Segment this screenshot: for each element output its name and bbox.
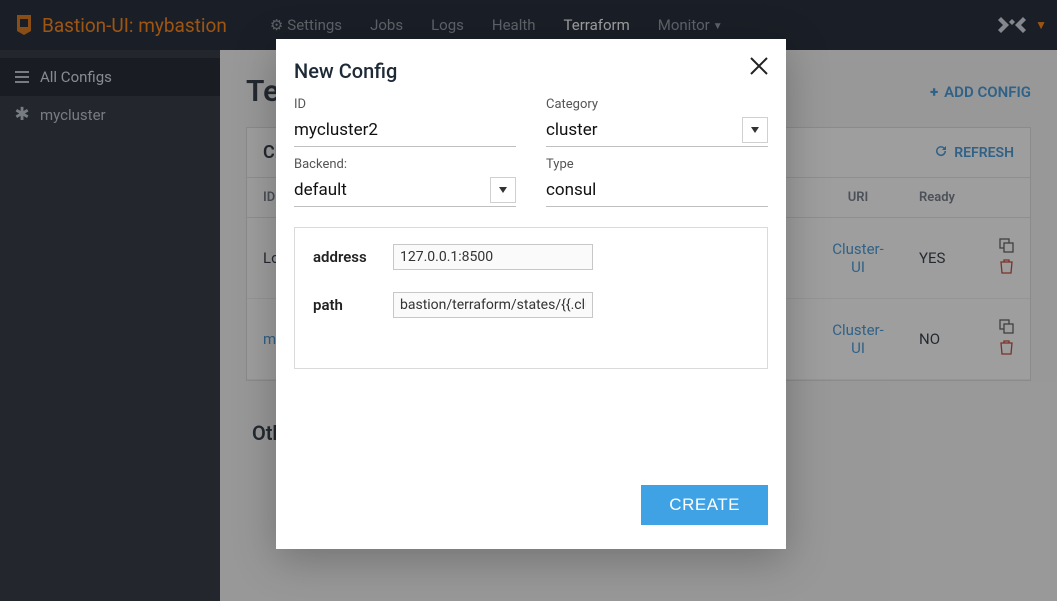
input-address[interactable]	[393, 244, 593, 270]
category-dropdown-button[interactable]	[742, 117, 768, 143]
label-path: path	[313, 296, 375, 314]
input-path[interactable]	[393, 292, 593, 318]
new-config-modal: New Config ID mycluster2 Category cluste…	[276, 39, 786, 549]
label-id: ID	[294, 97, 516, 112]
label-category: Category	[546, 97, 768, 112]
close-icon[interactable]	[748, 55, 770, 81]
label-backend: Backend:	[294, 157, 516, 172]
field-id: ID mycluster2	[294, 97, 516, 147]
backend-dropdown-button[interactable]	[490, 177, 516, 203]
field-category: Category cluster	[546, 97, 768, 147]
field-backend: Backend: default	[294, 157, 516, 207]
create-button[interactable]: CREATE	[641, 485, 768, 525]
select-category[interactable]: cluster	[546, 116, 768, 147]
modal-title: New Config	[294, 59, 768, 83]
backend-params-box: address path	[294, 227, 768, 369]
input-id[interactable]: mycluster2	[294, 116, 516, 147]
select-backend[interactable]: default	[294, 176, 516, 207]
input-type[interactable]: consul	[546, 176, 768, 207]
label-type: Type	[546, 157, 768, 172]
field-type: Type consul	[546, 157, 768, 207]
label-address: address	[313, 248, 375, 266]
